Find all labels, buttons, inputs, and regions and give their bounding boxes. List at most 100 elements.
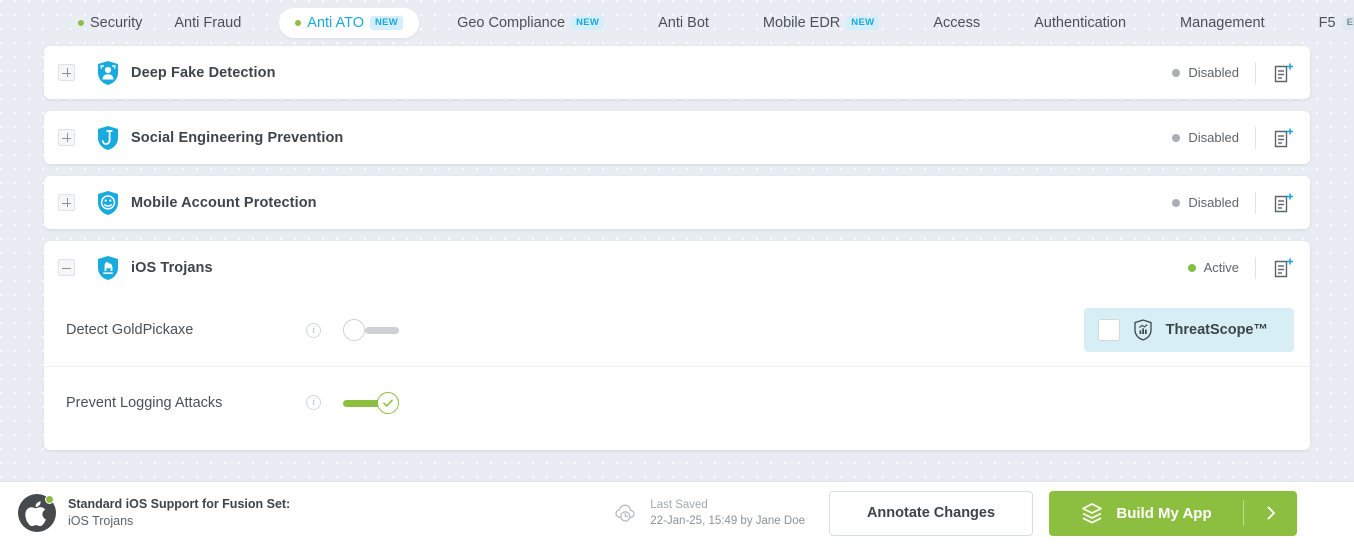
shield-chart-icon xyxy=(1132,318,1154,342)
shield-face-icon xyxy=(96,60,120,86)
cloud-history-icon xyxy=(613,501,639,525)
info-icon[interactable]: i xyxy=(306,323,321,338)
build-my-app-main[interactable]: Build My App xyxy=(1049,502,1243,524)
avatar xyxy=(18,494,56,532)
nav-item-anti-bot[interactable]: Anti Bot xyxy=(642,8,725,38)
module-card-social-engineering-prevention: Social Engineering Prevention Disabled xyxy=(44,111,1310,164)
last-saved-value: 22-Jan-25, 15:49 by Jane Doe xyxy=(650,513,805,529)
status-dot-icon xyxy=(1172,199,1180,207)
new-badge: NEW xyxy=(571,16,604,29)
nav-item-management[interactable]: Management xyxy=(1164,8,1281,38)
new-badge: NEW xyxy=(370,16,403,29)
nav-item-anti-ato[interactable]: Anti ATO NEW xyxy=(279,8,419,38)
card-title: Social Engineering Prevention xyxy=(131,130,343,146)
threatscope-label: ThreatScope™ xyxy=(1166,322,1268,338)
divider xyxy=(1255,62,1256,84)
divider xyxy=(1255,192,1256,214)
threatscope-panel[interactable]: ThreatScope™ xyxy=(1084,308,1294,352)
card-header[interactable]: Social Engineering Prevention Disabled xyxy=(44,111,1310,164)
nav-label: Anti Fraud xyxy=(174,15,241,31)
divider xyxy=(1255,257,1256,279)
nav-item-anti-fraud[interactable]: Anti Fraud xyxy=(158,8,257,38)
card-header[interactable]: iOS Trojans Active xyxy=(44,241,1310,294)
card-title: iOS Trojans xyxy=(131,260,213,276)
nav-label: Mobile EDR xyxy=(763,15,840,31)
fusion-set-subtitle: iOS Trojans xyxy=(68,513,290,530)
module-card-deep-fake-detection: Deep Fake Detection Disabled xyxy=(44,46,1310,99)
toggle-track xyxy=(365,327,399,334)
last-saved-text: Last Saved 22-Jan-25, 15:49 by Jane Doe xyxy=(650,497,805,529)
toggle-knob xyxy=(377,392,399,414)
footer-bar: Standard iOS Support for Fusion Set: iOS… xyxy=(0,481,1354,544)
status-label: Disabled xyxy=(1188,195,1239,210)
expand-button[interactable] xyxy=(58,64,75,81)
build-options-chevron[interactable] xyxy=(1244,505,1297,521)
card-body: Detect GoldPickaxe i ThreatScope™ xyxy=(44,294,1310,450)
add-note-icon[interactable] xyxy=(1272,126,1294,150)
add-note-icon[interactable] xyxy=(1272,61,1294,85)
expand-button[interactable] xyxy=(58,194,75,211)
card-title: Deep Fake Detection xyxy=(131,65,276,81)
status-dot-icon xyxy=(1188,264,1196,272)
status-dot-icon xyxy=(1172,134,1180,142)
check-icon xyxy=(381,396,395,410)
nav-label: Anti ATO xyxy=(307,15,364,31)
nav-item-geo-compliance[interactable]: Geo Compliance NEW xyxy=(441,8,620,38)
status-dot-icon xyxy=(295,20,301,26)
nav-label: Anti Bot xyxy=(658,15,709,31)
card-header[interactable]: Mobile Account Protection Disabled xyxy=(44,176,1310,229)
last-saved-info: Last Saved 22-Jan-25, 15:49 by Jane Doe xyxy=(613,497,805,529)
toggle-prevent-logging-attacks[interactable] xyxy=(343,392,399,414)
fusion-set-title: Standard iOS Support for Fusion Set: xyxy=(68,496,290,513)
status-badge: Disabled xyxy=(1172,130,1239,145)
setting-row-detect-goldpickaxe: Detect GoldPickaxe i ThreatScope™ xyxy=(44,294,1310,366)
chevron-right-icon xyxy=(1263,505,1279,521)
nav-label: Authentication xyxy=(1034,15,1126,31)
module-card-mobile-account-protection: Mobile Account Protection Disabled xyxy=(44,176,1310,229)
build-my-app-label: Build My App xyxy=(1116,505,1211,522)
setting-row-prevent-logging-attacks: Prevent Logging Attacks i xyxy=(44,366,1310,438)
setting-label: Prevent Logging Attacks xyxy=(66,395,306,411)
threatscope-checkbox[interactable] xyxy=(1098,319,1120,341)
shield-trojan-icon xyxy=(96,255,120,281)
shield-account-icon xyxy=(96,190,120,216)
card-title: Mobile Account Protection xyxy=(131,195,317,211)
info-icon[interactable]: i xyxy=(306,395,321,410)
package-build-icon xyxy=(1080,502,1104,524)
nav-label: Security xyxy=(90,15,142,31)
shield-hook-icon xyxy=(96,125,120,151)
collapse-button[interactable] xyxy=(58,259,75,276)
module-list: Deep Fake Detection Disabled xyxy=(0,46,1354,450)
main-navigation: Security Anti Fraud Anti ATO NEW Geo Com… xyxy=(0,0,1354,46)
setting-label: Detect GoldPickaxe xyxy=(66,322,306,338)
status-label: Active xyxy=(1204,260,1239,275)
status-badge: Disabled xyxy=(1172,195,1239,210)
nav-item-f5[interactable]: F5 EOL xyxy=(1303,8,1354,38)
divider xyxy=(1255,127,1256,149)
status-label: Disabled xyxy=(1188,65,1239,80)
build-my-app-button[interactable]: Build My App xyxy=(1049,491,1297,536)
nav-label: F5 xyxy=(1319,15,1336,31)
status-dot-icon xyxy=(1172,69,1180,77)
nav-item-access[interactable]: Access xyxy=(917,8,996,38)
new-badge: NEW xyxy=(846,16,879,29)
module-card-ios-trojans: iOS Trojans Active Detect GoldPickaxe i xyxy=(44,241,1310,450)
nav-item-security[interactable]: Security xyxy=(62,8,158,38)
nav-label: Access xyxy=(933,15,980,31)
eol-badge: EOL xyxy=(1342,16,1354,29)
online-status-dot-icon xyxy=(45,495,54,504)
status-label: Disabled xyxy=(1188,130,1239,145)
annotate-changes-button[interactable]: Annotate Changes xyxy=(829,491,1033,536)
nav-item-authentication[interactable]: Authentication xyxy=(1018,8,1142,38)
card-header[interactable]: Deep Fake Detection Disabled xyxy=(44,46,1310,99)
fusion-set-info: Standard iOS Support for Fusion Set: iOS… xyxy=(68,496,290,530)
nav-item-mobile-edr[interactable]: Mobile EDR NEW xyxy=(747,8,895,38)
add-note-icon[interactable] xyxy=(1272,191,1294,215)
status-badge: Disabled xyxy=(1172,65,1239,80)
nav-label: Management xyxy=(1180,15,1265,31)
toggle-detect-goldpickaxe[interactable] xyxy=(343,319,399,341)
add-note-icon[interactable] xyxy=(1272,256,1294,280)
status-badge: Active xyxy=(1188,260,1239,275)
last-saved-label: Last Saved xyxy=(650,497,805,513)
expand-button[interactable] xyxy=(58,129,75,146)
